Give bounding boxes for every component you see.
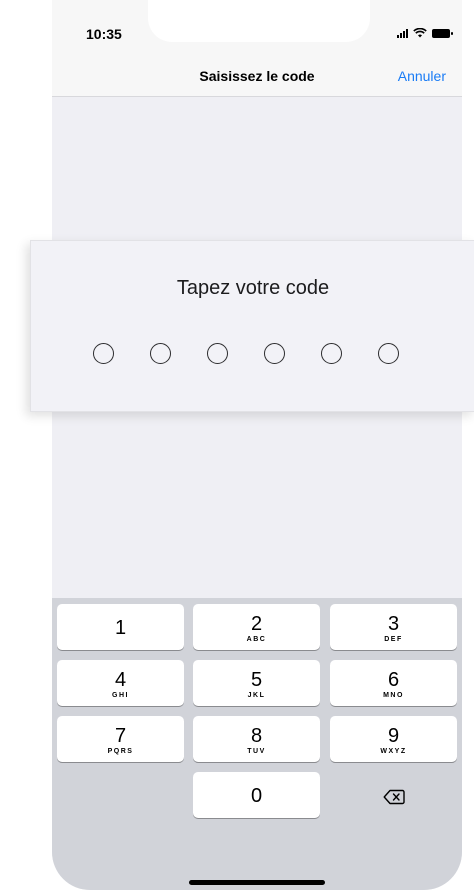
delete-key[interactable] (330, 774, 457, 820)
backspace-icon (383, 789, 405, 805)
passcode-dot (321, 343, 342, 364)
signal-icon (397, 28, 408, 38)
home-indicator[interactable] (189, 880, 325, 885)
passcode-panel: Tapez votre code (30, 240, 474, 412)
key-digit: 1 (114, 617, 127, 639)
notch (148, 0, 370, 42)
passcode-dot (150, 343, 171, 364)
key-2[interactable]: 2 ABC (193, 604, 320, 650)
key-digit: 8 (250, 725, 263, 747)
key-digit: 2 (250, 613, 263, 635)
key-0[interactable]: 0 (193, 772, 320, 818)
key-digit: 3 (387, 613, 400, 635)
passcode-dots (93, 343, 399, 364)
key-letters: JKL (247, 692, 266, 699)
cancel-button[interactable]: Annuler (398, 68, 446, 84)
key-digit: 5 (250, 669, 263, 691)
wifi-icon (413, 28, 427, 38)
key-4[interactable]: 4 GHI (57, 660, 184, 706)
key-digit: 4 (114, 669, 127, 691)
key-8[interactable]: 8 TUV (193, 716, 320, 762)
key-9[interactable]: 9 WXYZ (330, 716, 457, 762)
passcode-dot (207, 343, 228, 364)
key-letters: WXYZ (380, 748, 407, 755)
key-digit: 9 (387, 725, 400, 747)
navigation-bar: Saisissez le code Annuler (52, 52, 462, 97)
key-letters: TUV (247, 748, 266, 755)
key-letters: DEF (384, 636, 403, 643)
numeric-keypad: 1 2 ABC 3 DEF 4 GHI 5 JKL 6 MNO 7 PQRS 8… (52, 598, 462, 890)
passcode-dot (378, 343, 399, 364)
status-bar: 10:35 (52, 0, 462, 52)
passcode-prompt: Tapez votre code (176, 277, 330, 299)
passcode-dot (264, 343, 285, 364)
key-letters: GHI (112, 692, 129, 699)
phone-screen: 10:35 Saisissez le code Annuler 1 2 ABC … (52, 0, 462, 890)
status-icons (397, 28, 453, 38)
key-letters: ABC (246, 636, 267, 643)
key-6[interactable]: 6 MNO (330, 660, 457, 706)
key-3[interactable]: 3 DEF (330, 604, 457, 650)
key-digit: 0 (250, 785, 263, 807)
battery-icon (432, 29, 453, 38)
status-time: 10:35 (86, 26, 122, 42)
passcode-dot (93, 343, 114, 364)
key-letters: PQRS (107, 748, 134, 755)
key-5[interactable]: 5 JKL (193, 660, 320, 706)
key-letters: MNO (383, 692, 404, 699)
key-1[interactable]: 1 (57, 604, 184, 650)
key-digit: 7 (114, 725, 127, 747)
key-digit: 6 (387, 669, 400, 691)
key-7[interactable]: 7 PQRS (57, 716, 184, 762)
